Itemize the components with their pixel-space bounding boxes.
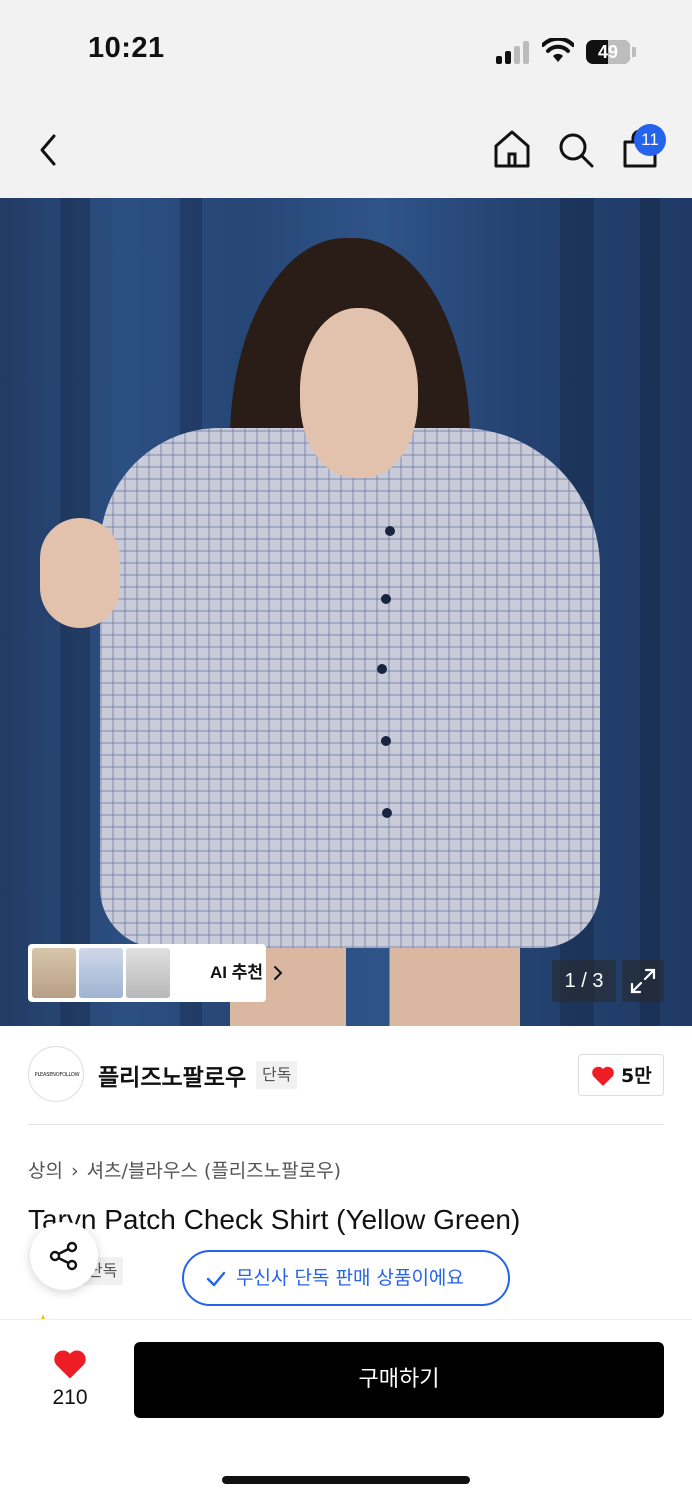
- breadcrumb-item-subcategory[interactable]: 셔츠/블라우스 (플리즈노팔로우): [87, 1156, 342, 1183]
- shirt-button: [385, 526, 395, 536]
- top-nav-bar: [0, 100, 692, 198]
- expand-image-button[interactable]: [622, 960, 664, 1002]
- wishlist-count: 210: [52, 1386, 88, 1409]
- wifi-icon: [542, 38, 574, 62]
- status-time: 10:21: [88, 32, 165, 64]
- shirt-button: [381, 594, 391, 604]
- battery-icon: 49: [586, 40, 630, 64]
- ai-thumb-1[interactable]: [32, 948, 76, 998]
- brand-like-button[interactable]: 5만: [578, 1054, 664, 1096]
- cellular-signal-icon: [496, 40, 532, 64]
- search-icon[interactable]: [556, 130, 596, 170]
- expand-icon: [630, 968, 656, 994]
- shirt-button: [382, 808, 392, 818]
- ai-thumb-2[interactable]: [79, 948, 123, 998]
- ai-recommend-button[interactable]: AI 추천: [28, 944, 283, 1002]
- brand-logo[interactable]: PLEASENOFOLLOW: [28, 1046, 84, 1102]
- home-icon[interactable]: [492, 128, 532, 170]
- brand-logo-text: PLEASENOFOLLOW: [34, 1072, 80, 1078]
- brand-name[interactable]: 플리즈노팔로우: [98, 1058, 246, 1092]
- model-shirt: [100, 428, 600, 948]
- ai-thumb-3[interactable]: [126, 948, 170, 998]
- model-face: [300, 308, 418, 478]
- battery-level: 49: [597, 42, 619, 62]
- image-counter: 1 / 3: [552, 960, 616, 1002]
- breadcrumb-separator-icon: ›: [70, 1160, 79, 1182]
- product-title: Taryn Patch Check Shirt (Yellow Green): [28, 1204, 521, 1235]
- shirt-button: [377, 664, 387, 674]
- share-button[interactable]: [30, 1222, 98, 1290]
- battery-tip: [632, 47, 636, 57]
- model-arm: [40, 518, 120, 628]
- ai-recommend-label: AI 추천: [210, 963, 264, 982]
- curtain-fold: [640, 198, 660, 1026]
- breadcrumb: 상의 › 셔츠/블라우스 (플리즈노팔로우): [28, 1156, 341, 1183]
- cart-count-badge[interactable]: 11: [634, 124, 666, 156]
- toast-text: 무신사 단독 판매 상품이에요: [236, 1267, 464, 1289]
- check-icon: [206, 1271, 226, 1287]
- heart-icon: [54, 1350, 86, 1379]
- divider: [28, 1124, 664, 1125]
- product-image[interactable]: AI 추천 1 / 3: [0, 198, 692, 1026]
- exclusive-sale-toast: 무신사 단독 판매 상품이에요: [182, 1250, 510, 1306]
- chevron-right-icon: [274, 966, 283, 980]
- home-indicator: [222, 1476, 470, 1484]
- buy-button[interactable]: 구매하기: [134, 1342, 664, 1418]
- exclusive-badge: 단독: [256, 1061, 298, 1089]
- wishlist-button[interactable]: 210: [30, 1340, 110, 1420]
- back-icon[interactable]: [34, 130, 66, 170]
- heart-icon: [592, 1066, 614, 1086]
- share-icon: [49, 1241, 78, 1271]
- status-bar: 10:21 49: [0, 0, 692, 100]
- shirt-button: [381, 736, 391, 746]
- breadcrumb-item-category[interactable]: 상의: [28, 1156, 63, 1183]
- brand-like-count: 5만: [621, 1065, 652, 1087]
